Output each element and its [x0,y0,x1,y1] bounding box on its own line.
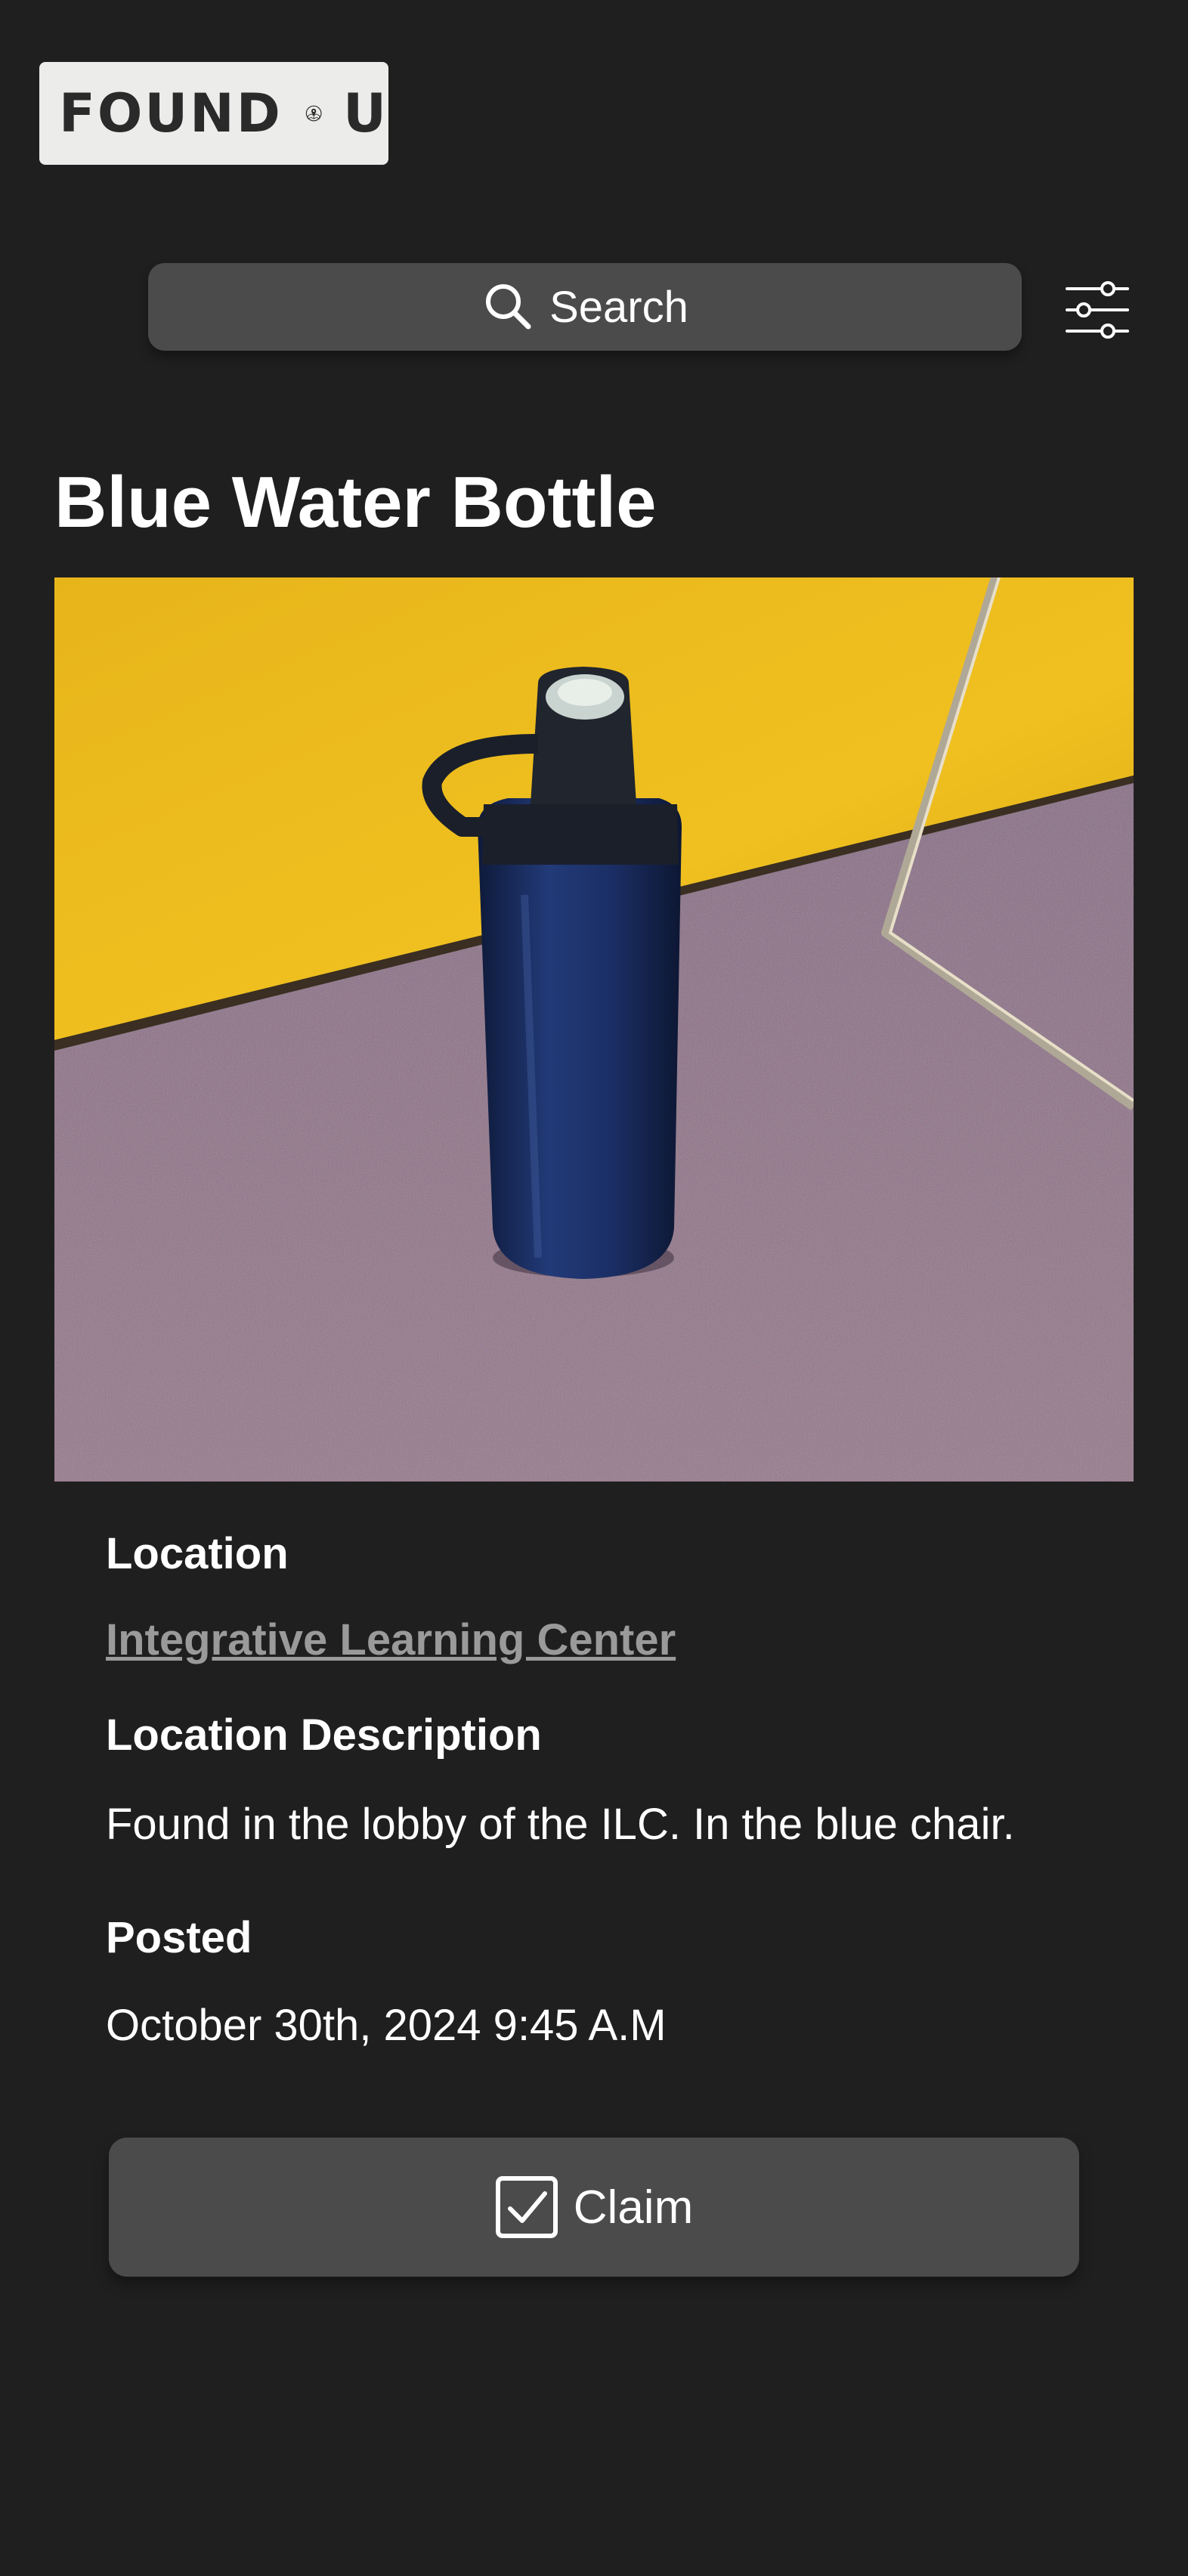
checkbox-checked-icon [495,2176,558,2238]
location-description-label: Location Description [106,1711,542,1760]
water-bottle-photo [54,577,1134,1482]
item-title: Blue Water Bottle [54,462,657,543]
logo-word-u: U [343,82,388,144]
posted-date: October 30th, 2024 9:45 A.M [106,2001,667,2050]
search-icon [486,284,531,330]
claim-button[interactable]: Claim [109,2138,1079,2277]
filter-sliders-icon[interactable] [1061,274,1134,346]
posted-label: Posted [106,1913,252,1962]
logo-word-found: FOUND [59,82,283,144]
claim-label: Claim [573,2181,694,2234]
app-logo[interactable]: FOUND U [39,62,388,165]
location-description-text: Found in the lobby of the ILC. In the bl… [106,1800,1015,1849]
item-photo [54,577,1134,1482]
location-label: Location [106,1529,289,1578]
search-placeholder: Search [549,282,688,332]
search-bar[interactable]: Search [148,263,1022,351]
location-link[interactable]: Integrative Learning Center [106,1615,676,1665]
map-pin-book-icon [305,105,322,122]
